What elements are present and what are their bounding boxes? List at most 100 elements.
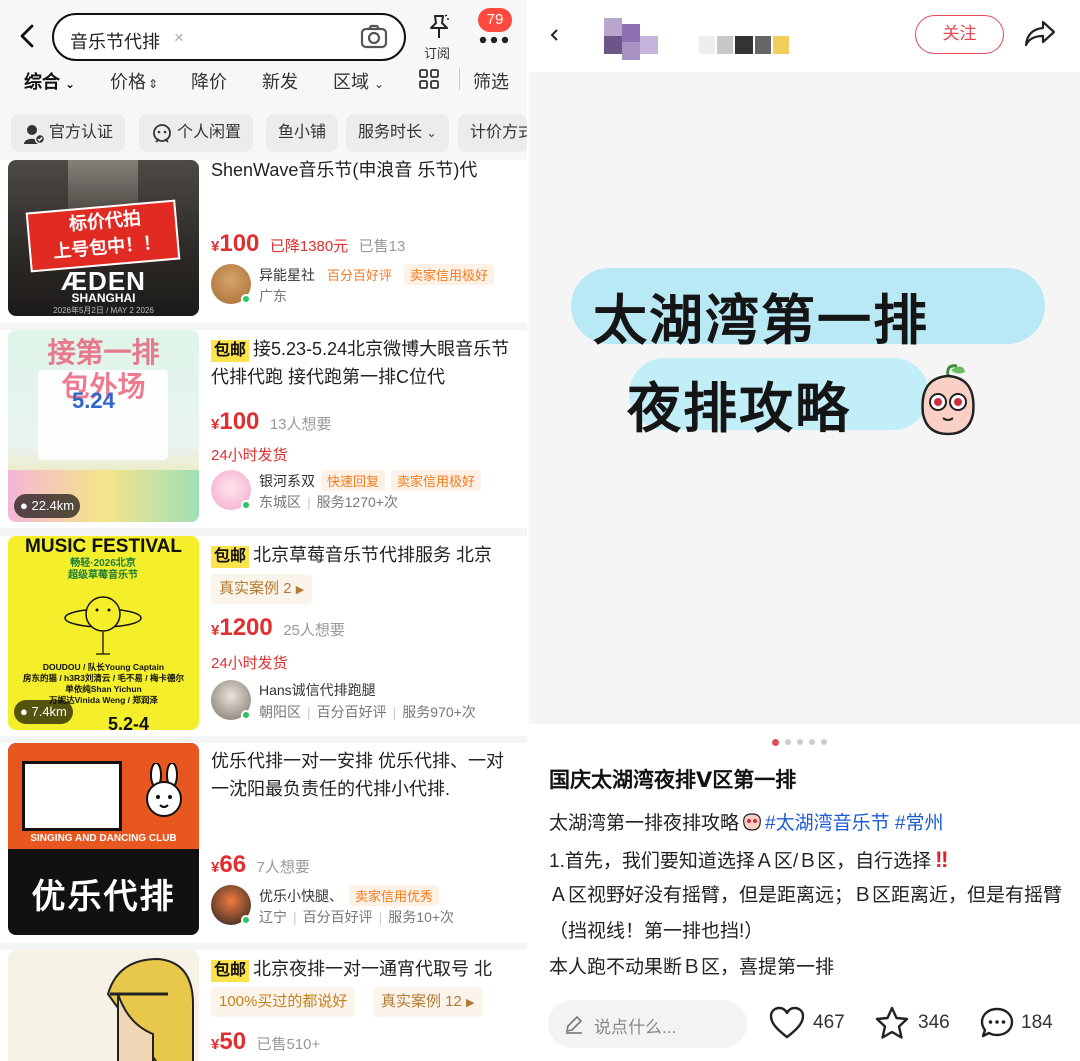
like-count: 467 bbox=[813, 1012, 845, 1033]
bottom-action-bar: 说点什么... 467 346 184 bbox=[529, 986, 1080, 1061]
person-face-icon bbox=[151, 122, 173, 160]
filter-chip-official[interactable]: 官方认证 bbox=[11, 114, 126, 152]
back-icon[interactable] bbox=[547, 26, 561, 49]
rating: 百分百好评 bbox=[301, 704, 387, 720]
seller-info[interactable]: Hans诚信代排跑腿 朝阳区百分百好评服务970+次 bbox=[211, 680, 521, 728]
sort-tab-label: 价格 bbox=[110, 72, 146, 92]
distance-pill: ● 22.4km bbox=[14, 494, 81, 518]
seller-name-row: 银河系双 快速回复 卖家信用极好 bbox=[259, 470, 482, 491]
club-text: SINGING AND DANCING CLUB bbox=[30, 833, 177, 844]
listing-title[interactable]: 包邮 北京草莓音乐节代排服务 北京 bbox=[211, 541, 517, 569]
comment-button[interactable]: 184 bbox=[979, 1006, 1074, 1042]
back-icon[interactable] bbox=[14, 22, 42, 50]
poster-headline: MUSIC FESTIVAL bbox=[25, 536, 182, 557]
review-badge[interactable]: 100%买过的都说好 bbox=[211, 987, 356, 1017]
listing-card[interactable]: MUSIC FESTIVAL 畅轻·2026北京 超级草莓音乐节 DOUDOU … bbox=[0, 536, 527, 736]
avatar[interactable] bbox=[604, 18, 658, 72]
location-pin-icon: ● bbox=[20, 704, 28, 719]
seller-info[interactable]: 异能星社 百分百好评 卖家信用极好 广东 bbox=[211, 264, 521, 312]
subscribe-button[interactable]: 订阅 bbox=[420, 14, 458, 62]
post-title: 国庆太湖湾夜排Ⅴ区第一排 bbox=[549, 769, 797, 792]
carousel-dot bbox=[797, 739, 803, 745]
listing-title[interactable]: 包邮 北京夜排一对一通宵代取号 北 bbox=[211, 955, 517, 983]
distance: 22.4km bbox=[31, 498, 75, 513]
sort-tab-overall[interactable]: 综合 ⌄ bbox=[24, 68, 75, 94]
share-icon[interactable] bbox=[1023, 18, 1057, 53]
post-detail-panel: 关注 太湖湾第一排 夜排攻略 国庆太湖湾夜排Ⅴ区第一排 太湖湾第一排夜排攻略 #太… bbox=[529, 0, 1080, 1061]
sort-tab-price[interactable]: 价格 ⇕ bbox=[110, 68, 158, 94]
sort-arrows-icon: ⇕ bbox=[148, 77, 159, 91]
hashtag[interactable]: #太湖湾音乐节 bbox=[765, 813, 890, 834]
rating: 百分百好评 bbox=[287, 909, 373, 925]
listing-title[interactable]: 包邮 接5.23-5.24北京微博大眼音乐节代排代跑 接代跑第一排C位代 bbox=[211, 335, 517, 391]
filter-chip-pricing[interactable]: 计价方式 bbox=[458, 114, 527, 152]
listing-card[interactable]: 接第一排 包外场 5.24 ● 22.4km 包邮 接5.23-5.24北京微博大… bbox=[0, 330, 527, 528]
location-pin-icon: ● bbox=[20, 498, 28, 513]
seller-name: Hans诚信代排跑腿 bbox=[259, 682, 376, 698]
seller-info[interactable]: 银河系双快速回复卖家信用极好 东城区服务1270+次 bbox=[211, 470, 521, 518]
brand-text: 优乐代排 bbox=[31, 878, 176, 916]
search-input[interactable]: 音乐节代排 × bbox=[52, 13, 406, 61]
comment-input[interactable]: 说点什么... bbox=[548, 1000, 747, 1048]
sort-tab-price-drop[interactable]: 降价 bbox=[191, 68, 227, 94]
grid-view-icon[interactable] bbox=[419, 69, 439, 94]
sort-tab-region[interactable]: 区域 ⌄ bbox=[333, 68, 384, 94]
listing-card[interactable]: 包邮 北京夜排一对一通宵代取号 北 100%买过的都说好 真实案例 12 ▶ ¥5… bbox=[0, 950, 527, 1061]
title-text: 接5.23-5.24北京微博大眼音乐节代排代跑 接代跑第一排C位代 bbox=[211, 339, 510, 387]
clear-icon[interactable]: × bbox=[174, 28, 184, 48]
divider bbox=[459, 68, 460, 90]
distance-pill: ● 7.4km bbox=[14, 700, 73, 724]
like-button[interactable]: 467 bbox=[769, 1006, 859, 1042]
subscribe-label: 订阅 bbox=[424, 46, 451, 61]
price-drop: 已降1380元 bbox=[269, 238, 349, 255]
chevron-down-icon: ⌄ bbox=[374, 77, 385, 91]
service-count: 服务10+次 bbox=[373, 909, 454, 925]
search-query: 音乐节代排 bbox=[70, 32, 160, 52]
listing-title[interactable]: 优乐代排一对一安排 优乐代排、一对一沈阳最负责任的代排小代排. bbox=[211, 747, 517, 803]
shipping-note: 24小时发货 bbox=[211, 655, 288, 672]
carousel-indicator[interactable] bbox=[772, 739, 832, 747]
free-shipping-badge: 包邮 bbox=[211, 546, 250, 568]
listing-price: ¥1200 25人想要 bbox=[211, 614, 345, 642]
want-count: 13人想要 bbox=[269, 416, 332, 433]
body-text: 太湖湾第一排夜排攻略 bbox=[549, 813, 740, 834]
real-case-badge[interactable]: 真实案例 12 ▶ bbox=[373, 987, 483, 1017]
filter-chip-personal[interactable]: 个人闲置 bbox=[139, 114, 254, 152]
seller-tag: 卖家信用优秀 bbox=[349, 885, 440, 906]
collect-button[interactable]: 346 bbox=[874, 1006, 964, 1042]
listing-card[interactable]: 标价代拍 上号包中！！ ÆDEN SHANGHAI 2026年5月2日 / MA… bbox=[0, 160, 527, 323]
title-text: 北京草莓音乐节代排服务 北京 bbox=[253, 545, 493, 565]
poster-date: 5.2-4 bbox=[108, 714, 150, 730]
username-pixelated[interactable] bbox=[699, 36, 789, 54]
listing-price: ¥100 已降1380元 已售13 bbox=[211, 230, 405, 258]
strawberry-planet-icon bbox=[64, 596, 142, 655]
camera-icon[interactable] bbox=[360, 24, 388, 55]
more-icon[interactable] bbox=[478, 32, 510, 50]
real-case-badge[interactable]: 真实案例 2 ▶ bbox=[211, 574, 313, 604]
search-results-panel: 音乐节代排 × 订阅 79 综合 ⌄ 价格 ⇕ 降价 新发 区域 ⌄ 筛选 官方认 bbox=[0, 0, 527, 1061]
comment-placeholder: 说点什么... bbox=[594, 1018, 677, 1037]
seller-location: 广东 bbox=[259, 286, 287, 306]
filter-chip-duration[interactable]: 服务时长 ⌄ bbox=[346, 114, 449, 152]
price-value: 100 bbox=[219, 408, 260, 435]
service-count: 服务1270+次 bbox=[301, 494, 398, 510]
listing-card[interactable]: SINGING AND DANCING CLUB 优乐代排 优乐代排一对一安排 … bbox=[0, 743, 527, 943]
badge-text: 真实案例 12 bbox=[381, 993, 462, 1010]
post-cover-image[interactable]: 太湖湾第一排 夜排攻略 bbox=[529, 72, 1080, 724]
sort-tab-new[interactable]: 新发 bbox=[262, 68, 298, 94]
filter-chip-shop[interactable]: 鱼小铺 bbox=[266, 114, 339, 152]
chip-label: 服务时长 bbox=[358, 124, 423, 141]
badge-text: 真实案例 2 bbox=[219, 580, 292, 597]
carousel-dot bbox=[821, 739, 827, 745]
distance: 7.4km bbox=[31, 704, 67, 719]
logo-block bbox=[22, 761, 122, 831]
collect-count: 346 bbox=[918, 1012, 950, 1033]
follow-button[interactable]: 关注 bbox=[915, 15, 1004, 54]
verified-user-icon bbox=[23, 122, 46, 160]
sort-tab-filter[interactable]: 筛选 bbox=[473, 68, 509, 94]
post-body-line: 1.首先，我们要知道选择Ａ区/Ｂ区，自行选择 ‼ bbox=[549, 842, 1064, 880]
seller-info[interactable]: 优乐小快腿、卖家信用优秀 辽宁百分百好评服务10+次 bbox=[211, 885, 521, 933]
hashtag[interactable]: #常州 bbox=[895, 813, 944, 834]
listing-title[interactable]: ShenWave音乐节(申浪音 乐节)代 bbox=[211, 156, 517, 184]
seller-location: 朝阳区百分百好评服务970+次 bbox=[259, 702, 476, 722]
